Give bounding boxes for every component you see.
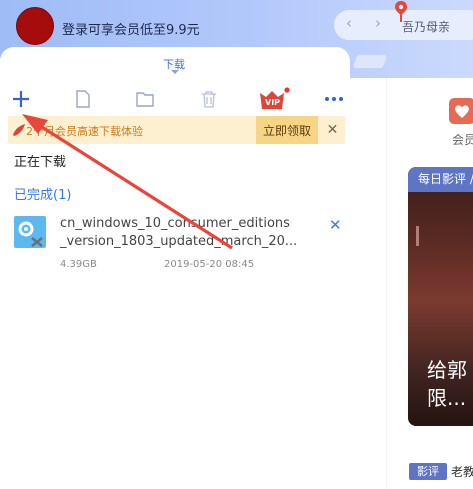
card-tag: 每日影评 / [408,167,473,192]
file-date: 2019-05-20 08:45 [164,259,255,270]
trash-icon [202,91,216,108]
banner-text: 2个月会员高速下载体验 [26,125,143,138]
add-download-button[interactable] [8,86,34,112]
banner-close-button[interactable]: ✕ [320,116,345,144]
plus-icon [13,91,29,107]
claim-now-button[interactable]: 立即领取 [256,116,318,144]
vip-heart-icon[interactable] [449,98,473,124]
file-size: 4.39GB [60,259,97,270]
file-name-line2: _version_1803_updated_march_20... [60,234,298,249]
vip-label-right: 会员 [452,133,473,147]
section-completed[interactable]: 已完成(1) [14,184,71,203]
file-name-line1: cn_windows_10_consumer_editions [60,216,290,231]
more-options-button[interactable] [321,86,347,112]
card-title: 给郭 限... [427,358,467,410]
user-avatar[interactable] [16,7,54,45]
file-name[interactable]: cn_windows_10_consumer_editions _version… [60,215,297,251]
inactive-tab[interactable] [352,55,388,68]
rocket-icon [13,124,25,136]
file-icon [76,90,90,108]
card-decoration [416,226,419,246]
delete-button[interactable] [196,86,222,112]
section-downloading[interactable]: 正在下载 [14,151,66,170]
vip-label: VIP [265,98,281,107]
new-file-button[interactable] [70,86,96,112]
review-footer-text[interactable]: 老教 [451,463,473,480]
chevron-down-icon [171,70,179,74]
folder-icon [136,92,154,107]
remove-file-button[interactable]: ✕ [329,216,342,234]
nav-back-button[interactable]: ‹ [346,14,352,32]
login-promo-text[interactable]: 登录可享会员低至9.9元 [62,19,200,38]
more-dots-icon [325,97,343,101]
open-folder-button[interactable] [132,86,158,112]
nav-forward-button[interactable]: › [375,14,381,32]
setup-file-icon [14,216,46,248]
review-tag: 影评 [409,463,447,480]
address-text: 吾乃母亲 [402,20,451,34]
review-tag-label: 影评 [417,465,439,478]
panel-divider [386,78,387,489]
